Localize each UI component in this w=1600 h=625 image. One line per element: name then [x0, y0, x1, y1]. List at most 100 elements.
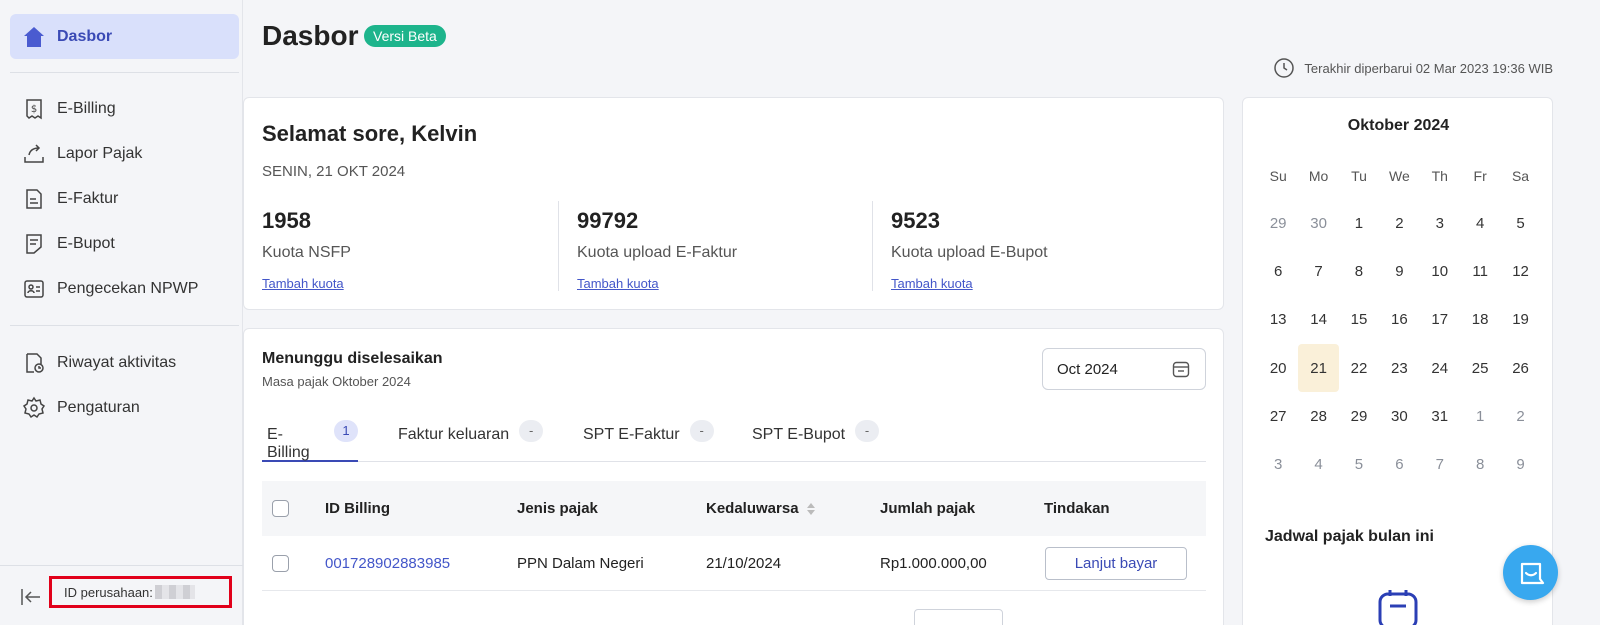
- calendar-day[interactable]: 5: [1500, 199, 1540, 247]
- add-quota-link[interactable]: Tambah kuota: [891, 276, 973, 291]
- sidebar-item-e-bupot[interactable]: E-Bupot: [10, 221, 239, 266]
- calendar-day[interactable]: 19: [1500, 296, 1540, 344]
- calendar-day[interactable]: 22: [1339, 344, 1379, 392]
- tab-label: SPT E-Bupot: [752, 426, 846, 443]
- sidebar-item-e-faktur[interactable]: E-Faktur: [10, 176, 239, 221]
- quota-label: Kuota NSFP: [262, 244, 351, 261]
- sidebar-item-pengaturan[interactable]: Pengaturan: [10, 385, 239, 430]
- calendar-week: 27 28 29 30 31 1 2: [1258, 392, 1541, 440]
- calendar-day[interactable]: 7: [1420, 440, 1460, 488]
- quota-upload-e-faktur: 99792 Kuota upload E-Faktur Tambah kuota: [577, 201, 891, 291]
- calendar-day[interactable]: 4: [1298, 440, 1338, 488]
- tab-spt-e-faktur[interactable]: SPT E-Faktur -: [583, 416, 714, 462]
- calendar-day[interactable]: 6: [1379, 440, 1419, 488]
- calendar-day[interactable]: 7: [1298, 247, 1338, 295]
- calendar-day[interactable]: 17: [1420, 296, 1460, 344]
- calendar-day[interactable]: 1: [1460, 392, 1500, 440]
- calendar-grid: Su Mo Tu We Th Fr Sa 29 30 1 2 3 4 5 6 7 8 9 10 11 12 13 14 15…: [1258, 152, 1541, 489]
- calendar-weekdays: Su Mo Tu We Th Fr Sa: [1258, 152, 1541, 199]
- month-picker[interactable]: Oct 2024: [1042, 348, 1206, 390]
- row-checkbox[interactable]: [272, 555, 289, 572]
- calendar-day[interactable]: 9: [1500, 440, 1540, 488]
- table-header: ID Billing Jenis pajak Kedaluwarsa Jumla…: [262, 481, 1206, 536]
- calendar-day[interactable]: 20: [1258, 344, 1298, 392]
- calendar-day[interactable]: 31: [1420, 392, 1460, 440]
- history-icon: [22, 351, 46, 375]
- calendar-day[interactable]: 28: [1298, 392, 1338, 440]
- sidebar-item-e-billing[interactable]: $ E-Billing: [10, 86, 239, 131]
- calendar-day[interactable]: 1: [1339, 199, 1379, 247]
- tab-label: SPT E-Faktur: [583, 426, 680, 443]
- tab-e-billing[interactable]: E-Billing 1: [262, 416, 358, 462]
- calendar-day[interactable]: 6: [1258, 247, 1298, 295]
- calendar-day[interactable]: 3: [1258, 440, 1298, 488]
- calendar-day[interactable]: 29: [1339, 392, 1379, 440]
- sidebar-footer: ID perusahaan:: [0, 565, 243, 625]
- select-all-checkbox[interactable]: [272, 500, 289, 517]
- company-id-label: ID perusahaan:: [64, 584, 153, 600]
- pagination-control[interactable]: [914, 609, 1003, 625]
- calendar-day[interactable]: 5: [1339, 440, 1379, 488]
- calendar-day[interactable]: 27: [1258, 392, 1298, 440]
- tab-spt-e-bupot[interactable]: SPT E-Bupot -: [752, 416, 880, 462]
- calendar-week: 3456789: [1258, 440, 1541, 488]
- company-id: ID perusahaan:: [49, 576, 232, 608]
- billing-id-link[interactable]: 001728902883985: [325, 536, 450, 591]
- calendar-week: 29 30 1 2 3 4 5: [1258, 199, 1541, 247]
- calendar-day[interactable]: 2: [1379, 199, 1419, 247]
- add-quota-link[interactable]: Tambah kuota: [262, 276, 344, 291]
- calendar-day[interactable]: 8: [1339, 247, 1379, 295]
- add-quota-link[interactable]: Tambah kuota: [577, 276, 659, 291]
- sidebar-item-dasbor[interactable]: Dasbor: [10, 14, 239, 59]
- calendar-week: 13 14 15 16 17 18 19: [1258, 296, 1541, 344]
- column-header-kedaluwarsa[interactable]: Kedaluwarsa: [706, 481, 817, 536]
- calendar-day[interactable]: 18: [1460, 296, 1500, 344]
- quota-nsfp: 1958 Kuota NSFP Tambah kuota: [262, 201, 576, 291]
- calendar-day[interactable]: 9: [1379, 247, 1419, 295]
- calendar-day[interactable]: 4: [1460, 199, 1500, 247]
- chat-icon: [1520, 562, 1544, 584]
- quota-value: 99792: [577, 208, 639, 233]
- calendar-day[interactable]: 8: [1460, 440, 1500, 488]
- tab-count: 1: [334, 420, 358, 442]
- table-row: 001728902883985 PPN Dalam Negeri 21/10/2…: [262, 536, 1206, 591]
- calendar-day[interactable]: 25: [1460, 344, 1500, 392]
- calendar-day-today[interactable]: 21: [1298, 343, 1339, 393]
- calendar-week: 6 7 8 9 10 11 12: [1258, 247, 1541, 295]
- calendar-day[interactable]: 11: [1460, 247, 1500, 295]
- month-picker-value: Oct 2024: [1057, 360, 1118, 378]
- calendar-day[interactable]: 26: [1500, 344, 1540, 392]
- calendar-day[interactable]: 23: [1379, 344, 1419, 392]
- calendar-day[interactable]: 16: [1379, 296, 1419, 344]
- collapse-sidebar-icon[interactable]: [20, 586, 42, 608]
- quota-upload-e-bupot: 9523 Kuota upload E-Bupot Tambah kuota: [891, 201, 1205, 291]
- weekday-label: Mo: [1308, 167, 1329, 184]
- calendar-day[interactable]: 30: [1379, 392, 1419, 440]
- tab-count: -: [855, 420, 880, 442]
- tab-faktur-keluaran[interactable]: Faktur keluaran -: [398, 416, 544, 462]
- calendar-day[interactable]: 10: [1420, 247, 1460, 295]
- quota-value: 9523: [891, 208, 940, 233]
- calendar-day[interactable]: 3: [1420, 199, 1460, 247]
- sidebar-item-lapor-pajak[interactable]: Lapor Pajak: [10, 131, 239, 176]
- continue-payment-button[interactable]: Lanjut bayar: [1045, 547, 1187, 580]
- calendar-day[interactable]: 24: [1420, 344, 1460, 392]
- calendar-day[interactable]: 15: [1339, 296, 1379, 344]
- upload-report-icon: [22, 142, 46, 166]
- calendar-day[interactable]: 13: [1258, 296, 1298, 344]
- calendar-day[interactable]: 2: [1500, 392, 1540, 440]
- calendar-day[interactable]: 14: [1298, 296, 1338, 344]
- sidebar: Dasbor $ E-Billing Lapor Pajak E-Faktur …: [0, 0, 243, 625]
- calendar-day[interactable]: 12: [1500, 247, 1540, 295]
- weekday-label: Su: [1269, 167, 1287, 184]
- sidebar-item-riwayat-aktivitas[interactable]: Riwayat aktivitas: [10, 340, 239, 385]
- gear-icon: [22, 396, 46, 420]
- chat-support-button[interactable]: [1503, 545, 1558, 600]
- column-header-label: Kedaluwarsa: [706, 500, 799, 517]
- calendar-day[interactable]: 30: [1298, 199, 1338, 247]
- last-updated: Terakhir diperbarui 02 Mar 2023 19:36 WI…: [1273, 57, 1553, 79]
- billing-icon: $: [22, 97, 46, 121]
- calendar-day[interactable]: 29: [1258, 199, 1298, 247]
- tab-label: Faktur keluaran: [398, 426, 510, 443]
- sidebar-item-pengecekan-npwp[interactable]: Pengecekan NPWP: [10, 266, 239, 311]
